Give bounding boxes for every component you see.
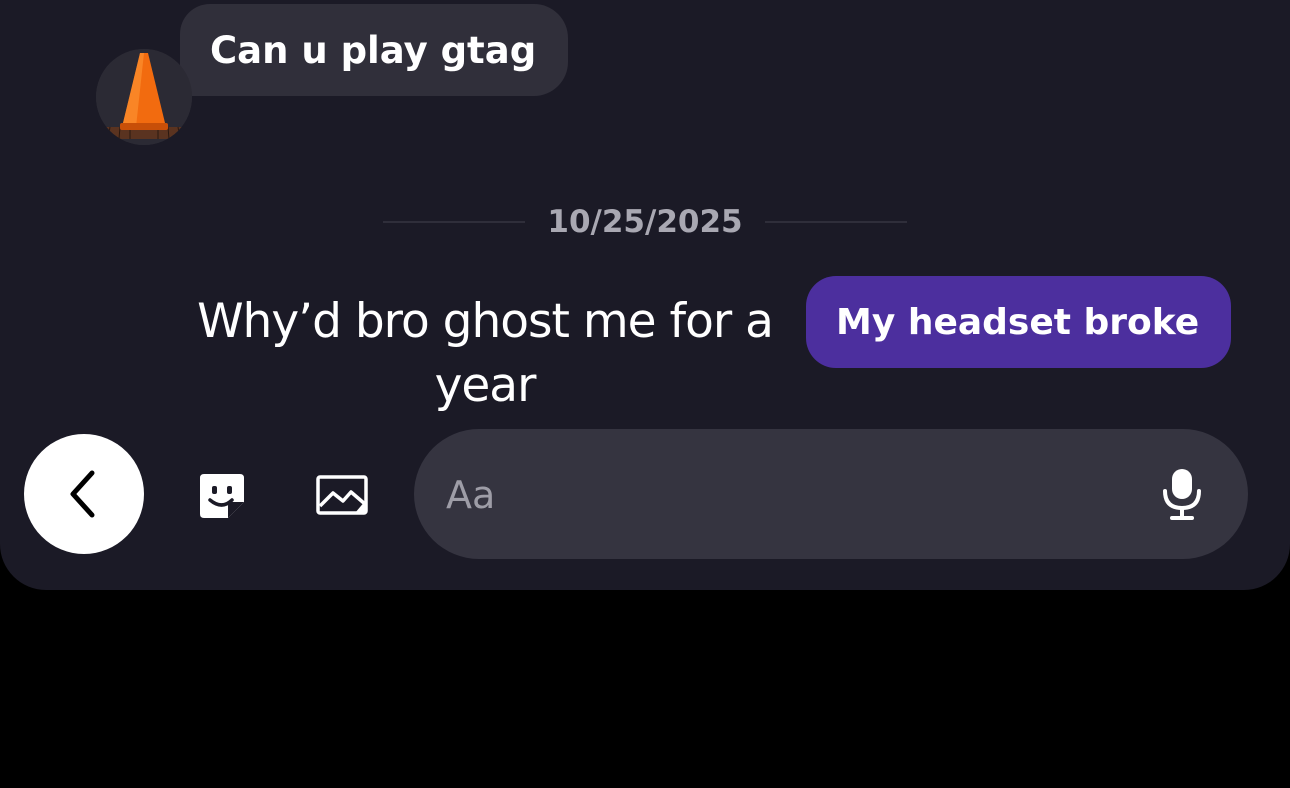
- date-divider: 10/25/2025: [380, 200, 910, 244]
- outgoing-message-bubble[interactable]: My headset broke: [806, 276, 1232, 368]
- date-label: 10/25/2025: [547, 204, 743, 240]
- image-icon: [316, 475, 368, 515]
- chevron-left-icon: [70, 470, 95, 518]
- sticker-icon: [200, 474, 244, 518]
- outgoing-message-text: My headset broke: [836, 301, 1200, 343]
- avatar[interactable]: [96, 49, 192, 145]
- back-button[interactable]: [24, 434, 144, 554]
- incoming-message-text: Can u play gtag: [210, 28, 537, 72]
- microphone-button[interactable]: [1154, 465, 1210, 523]
- microphone-icon: [1163, 469, 1201, 520]
- message-composer: [414, 429, 1248, 561]
- message-input[interactable]: [444, 429, 1128, 561]
- incoming-message-bubble[interactable]: Can u play gtag: [180, 4, 569, 96]
- divider-line-left: [383, 221, 526, 223]
- traffic-cone-icon: [96, 49, 192, 145]
- screen: Can u play gtag 10/25/2025 Why’d bro gho…: [0, 0, 1290, 788]
- image-button[interactable]: [310, 464, 374, 528]
- sticker-button[interactable]: [190, 464, 254, 528]
- divider-line-right: [764, 221, 907, 223]
- large-message-text[interactable]: Why’d bro ghost me for a year: [170, 290, 800, 418]
